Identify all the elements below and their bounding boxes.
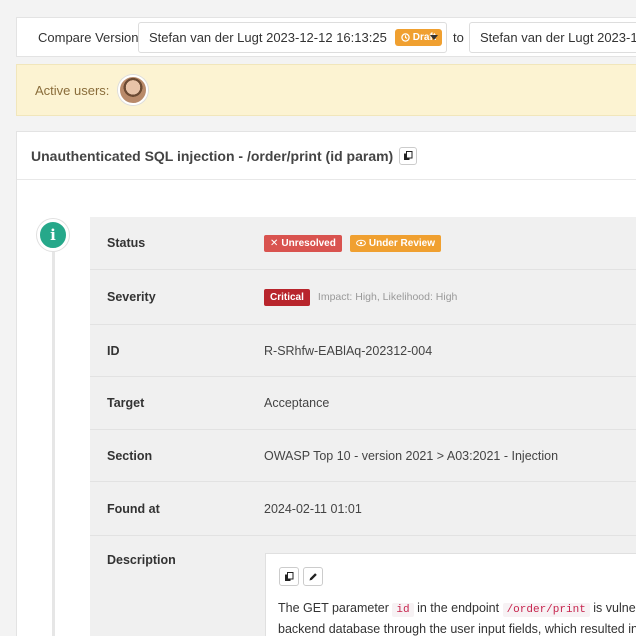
severity-detail: Impact: High, Likelihood: High: [317, 291, 458, 303]
clock-icon: [401, 33, 410, 42]
description-text-part: in the endpoint: [413, 601, 503, 615]
status-row: Status ✕ Unresolved Under Review: [90, 217, 636, 270]
copy-icon: [285, 571, 294, 581]
avatar[interactable]: [118, 75, 149, 105]
to-version-text: Stefan van der Lugt 2023-12-1: [480, 30, 636, 45]
from-version-text: Stefan van der Lugt 2023-12-12 16:13:25: [149, 30, 387, 45]
timeline-line: [52, 252, 55, 636]
description-box: The GET parameter id in the endpoint /or…: [265, 553, 636, 636]
finding-header: Unauthenticated SQL injection - /order/p…: [17, 132, 636, 180]
status-label: Status: [107, 236, 146, 250]
critical-badge: Critical: [264, 288, 310, 306]
eye-icon: [355, 239, 366, 247]
to-version-select[interactable]: Stefan van der Lugt 2023-12-1: [469, 22, 636, 53]
code-snippet: id: [392, 603, 414, 617]
target-row: Target Acceptance: [90, 377, 636, 430]
x-icon: ✕: [270, 237, 279, 249]
active-users-label: Active users:: [35, 82, 110, 98]
copy-description-button[interactable]: [279, 567, 299, 586]
description-text: The GET parameter id in the endpoint /or…: [278, 599, 636, 636]
description-text-part: The GET parameter: [278, 601, 393, 615]
found-at-label: Found at: [107, 501, 160, 516]
edit-description-button[interactable]: [303, 567, 323, 586]
id-value: R-SRhfw-EABlAq-202312-004: [264, 343, 433, 358]
compare-version-bar: Compare Version Stefan van der Lugt 2023…: [16, 17, 636, 57]
description-toolbar: [279, 567, 323, 586]
unresolved-badge: ✕ Unresolved: [264, 234, 342, 252]
under-review-label: Under Review: [368, 237, 435, 249]
under-review-badge: Under Review: [349, 234, 441, 252]
description-text-part: is vulnerab: [593, 601, 636, 615]
severity-value: Critical Impact: High, Likelihood: High: [264, 288, 458, 306]
status-value: ✕ Unresolved Under Review: [264, 234, 441, 252]
copy-icon: [404, 150, 413, 160]
copy-title-button[interactable]: [399, 146, 418, 165]
to-label: to: [453, 30, 464, 45]
found-at-value: 2024-02-11 01:01: [264, 501, 362, 516]
description-label: Description: [107, 553, 176, 567]
target-value: Acceptance: [264, 396, 330, 410]
description-line-2: backend database through the user input …: [278, 622, 636, 636]
info-icon: i: [37, 219, 69, 251]
description-line-1: The GET parameter id in the endpoint /or…: [278, 599, 636, 620]
found-at-row: Found at 2024-02-11 01:01: [90, 482, 636, 536]
target-label: Target: [107, 396, 145, 410]
unresolved-label: Unresolved: [281, 237, 336, 249]
compare-version-label: Compare Version: [38, 29, 139, 45]
section-row: Section OWASP Top 10 - version 2021 > A0…: [90, 430, 636, 482]
section-value: OWASP Top 10 - version 2021 > A03:2021 -…: [264, 448, 559, 463]
pencil-icon: [309, 572, 317, 580]
code-snippet: /order/print: [502, 603, 590, 617]
chevron-down-icon: [430, 35, 438, 40]
finding-details-table: Status ✕ Unresolved Under Review Severit…: [90, 217, 636, 636]
active-users-alert: Active users:: [16, 64, 636, 116]
finding-title: Unauthenticated SQL injection - /order/p…: [31, 147, 394, 164]
severity-label: Severity: [107, 290, 156, 304]
from-version-select[interactable]: Stefan van der Lugt 2023-12-12 16:13:25 …: [138, 22, 447, 53]
severity-row: Severity Critical Impact: High, Likeliho…: [90, 270, 636, 325]
id-row: ID R-SRhfw-EABlAq-202312-004: [90, 325, 636, 377]
section-label: Section: [107, 448, 153, 463]
id-label: ID: [107, 343, 120, 358]
